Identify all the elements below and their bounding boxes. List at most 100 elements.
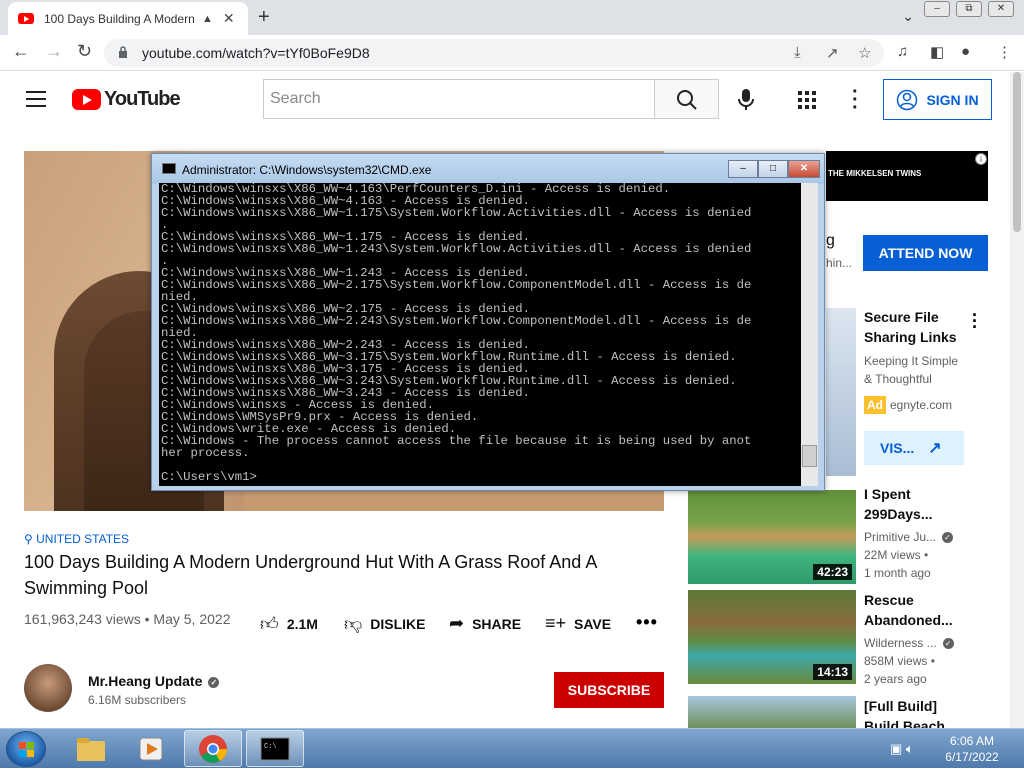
new-tab-button[interactable]: + (258, 6, 270, 29)
ad-banner[interactable]: THE MIKKELSEN TWINS (826, 151, 988, 201)
ad-card-title-1[interactable]: Secure File (864, 307, 939, 327)
forward-icon[interactable]: → (45, 41, 63, 62)
cmd-window[interactable]: Administrator: C:\Windows\system32\CMD.e… (151, 153, 825, 491)
video-thumbnail[interactable] (688, 696, 856, 728)
search-button[interactable] (655, 79, 719, 119)
network-icon[interactable]: ▣ (890, 741, 902, 756)
channel-avatar[interactable] (24, 664, 72, 712)
chrome-taskbar-button[interactable] (184, 730, 242, 767)
like-count: 2.1M (286, 616, 318, 632)
svg-text:C:\: C:\ (264, 743, 277, 751)
browser-toolbar: ← → ↻ youtube.com/watch?v=tYf0BoFe9D8 ⤓ … (0, 35, 1024, 71)
location-pin-icon: ⚲ (24, 532, 33, 546)
hamburger-menu-icon[interactable] (26, 91, 46, 107)
page-scrollbar[interactable] (1010, 72, 1024, 728)
cmd-icon (162, 163, 176, 174)
save-button[interactable]: ≡+ SAVE (545, 613, 611, 634)
reload-icon[interactable]: ↻ (77, 41, 92, 62)
cmd-maximize-button[interactable]: □ (758, 160, 788, 178)
search-input[interactable]: Search (263, 79, 655, 119)
playlist-add-icon: ≡+ (545, 613, 567, 633)
video-channel-text: Wilderness ... (864, 636, 937, 650)
video-thumbnail[interactable]: 42:23 (688, 490, 856, 584)
visit-label: VIS... (880, 440, 915, 456)
cmd-taskbar-button[interactable]: C:\ (246, 730, 304, 767)
tab-search-icon[interactable]: ⌄ (902, 8, 914, 25)
youtube-logo[interactable]: YouTube (72, 88, 181, 111)
youtube-play-icon (72, 89, 101, 110)
cmd-titlebar[interactable]: Administrator: C:\Windows\system32\CMD.e… (152, 154, 824, 184)
video-title-line[interactable]: Build Beach (864, 716, 945, 728)
ad-card-domain-row: Ad egnyte.com (864, 396, 952, 414)
media-player-taskbar-button[interactable] (122, 730, 180, 767)
chrome-menu-icon[interactable]: ⋮ (997, 43, 1012, 61)
ad-domain: egnyte.com (890, 398, 953, 412)
video-title-line[interactable]: Rescue (864, 590, 914, 610)
video-views: 858M views • (864, 654, 935, 668)
media-control-icon[interactable]: ♫ (897, 43, 908, 60)
dislike-button[interactable]: 👎︎ DISLIKE (344, 613, 426, 635)
mic-icon[interactable] (736, 88, 756, 112)
close-window-button[interactable]: ✕ (988, 1, 1014, 17)
scrollbar-thumb[interactable] (1013, 72, 1021, 232)
bookmark-star-icon[interactable]: ☆ (858, 44, 871, 62)
ad-partial-desc: hin... (826, 256, 853, 270)
profile-icon[interactable]: ● (961, 43, 970, 60)
browser-tab[interactable]: 100 Days Building A Modern Underground H… (8, 2, 248, 35)
video-title: 100 Days Building A Modern Underground H… (24, 552, 597, 598)
ad-card-title-2[interactable]: Sharing Links (864, 327, 957, 347)
video-title-line[interactable]: Abandoned... (864, 610, 953, 630)
channel-name[interactable]: Mr.Heang Update ✓ (88, 673, 220, 689)
cmd-scrollbar-thumb[interactable] (802, 445, 817, 467)
cmd-console[interactable]: C:\Windows\winsxs\X86_WW~4.163\PerfCount… (159, 183, 818, 486)
attend-now-button[interactable]: ATTEND NOW (863, 235, 988, 271)
video-age: 1 month ago (864, 566, 931, 580)
address-bar[interactable]: youtube.com/watch?v=tYf0BoFe9D8 ⤓ ↗ ☆ (104, 39, 884, 67)
sign-in-button[interactable]: SIGN IN (883, 79, 992, 120)
cmd-close-button[interactable]: ✕ (788, 160, 820, 178)
video-title-line[interactable]: 299Days... (864, 504, 933, 524)
start-button[interactable] (6, 731, 46, 767)
more-actions-button[interactable]: ••• (636, 612, 658, 633)
like-button[interactable]: 👍︎ 2.1M (260, 613, 318, 635)
video-thumbnail[interactable]: 14:13 (688, 590, 856, 684)
video-duration: 42:23 (813, 564, 852, 580)
back-icon[interactable]: ← (12, 41, 30, 62)
settings-more-icon[interactable]: · · · (852, 82, 859, 118)
share-icon[interactable]: ↗ (826, 44, 839, 62)
video-channel-text: Primitive Ju... (864, 530, 937, 544)
restore-button[interactable]: ⧉ (956, 1, 982, 17)
ad-card-menu-icon[interactable]: · · · (972, 306, 978, 336)
speaker-icon[interactable]: ▲ (202, 13, 213, 25)
volume-icon[interactable]: 🔈︎ (906, 741, 914, 756)
ad-thumbnail[interactable] (826, 308, 856, 476)
system-tray[interactable]: ▣ 🔈︎ (890, 741, 914, 757)
apps-grid-icon[interactable] (798, 91, 816, 109)
minimize-button[interactable]: – (924, 1, 950, 17)
video-title-line[interactable]: I Spent (864, 484, 911, 504)
search-icon (677, 90, 697, 110)
cmd-minimize-button[interactable]: – (728, 160, 758, 178)
tab-close-icon[interactable]: ✕ (223, 10, 235, 27)
taskbar-clock[interactable]: 6:06 AM 6/17/2022 (940, 733, 1004, 765)
lock-icon (119, 46, 127, 58)
location-tag[interactable]: ⚲ UNITED STATES (24, 532, 129, 546)
install-icon[interactable]: ⤓ (794, 44, 801, 61)
visit-site-button[interactable]: VIS... ↗ (864, 431, 964, 465)
subscribe-button[interactable]: SUBSCRIBE (554, 672, 664, 708)
open-external-icon: ↗ (928, 440, 942, 457)
cmd-title: Administrator: C:\Windows\system32\CMD.e… (182, 163, 432, 177)
clock-date: 6/17/2022 (945, 750, 999, 764)
ad-badge: Ad (864, 396, 886, 414)
chrome-icon (199, 734, 227, 763)
save-label: SAVE (574, 615, 612, 632)
cmd-scrollbar[interactable] (801, 183, 818, 486)
side-panel-icon[interactable]: ◧ (930, 43, 944, 61)
ad-info-icon[interactable]: i (975, 153, 987, 165)
video-title-line[interactable]: [Full Build] (864, 696, 937, 716)
dislike-label: DISLIKE (370, 616, 426, 632)
explorer-taskbar-button[interactable] (62, 730, 120, 767)
video-channel: Wilderness ... ✓ (864, 634, 954, 652)
share-button[interactable]: ➦ SHARE (449, 613, 521, 634)
cmd-output[interactable]: C:\Windows\winsxs\X86_WW~4.163\PerfCount… (161, 183, 801, 486)
